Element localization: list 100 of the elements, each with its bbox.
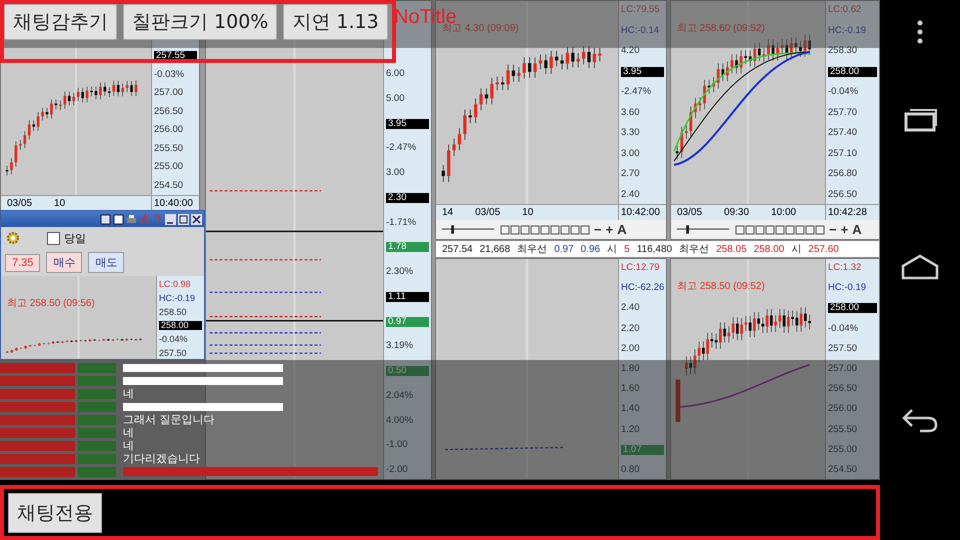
axis-label: 256.50 [154, 106, 184, 117]
quote-value: 0.97 [554, 244, 574, 254]
quote-value: 최우선 [679, 243, 710, 256]
axis-label: 257.50 [159, 348, 187, 358]
quote-value: 0.96 [580, 244, 600, 254]
axis-label: 255.50 [154, 144, 184, 154]
axis-label: 257.00 [828, 364, 858, 374]
high-price-label: 최고 4.30 (09:09) [442, 23, 519, 35]
quote-value: 258.05 [716, 244, 747, 254]
axis-label: -1.00 [386, 440, 408, 450]
quote-value: 257.60 [808, 244, 839, 254]
axis-label: 257.50 [828, 344, 858, 354]
order-button[interactable]: 매도 [88, 252, 124, 273]
quote-value: 최우선 [517, 243, 548, 256]
axis-label: 258.00 [159, 321, 202, 330]
axis-label: 3.30 [621, 128, 640, 138]
axis-label: 1.60 [621, 384, 640, 394]
axis-label: 255.00 [828, 444, 858, 455]
axis-label: 3.95 [386, 118, 429, 128]
order-button[interactable]: 매수 [46, 252, 82, 273]
quote-value: 257.54 [442, 244, 473, 254]
axis-label: 2.40 [621, 303, 640, 314]
chat-message: 네 [123, 425, 134, 440]
quote-value: 116,480 [636, 244, 672, 254]
axis-label: 257.40 [828, 128, 858, 138]
axis-label: -0.03% [154, 70, 184, 80]
toolbar-button[interactable]: 지연 1.13 [283, 4, 388, 40]
axis-label: -2.00 [386, 465, 408, 475]
axis-label: HC:-62.26 [621, 283, 664, 294]
axis-label: 3.60 [621, 108, 640, 118]
toolbar-button[interactable]: + [840, 222, 848, 237]
axis-label: LC:0.98 [159, 280, 191, 289]
axis-label: 1.20 [621, 424, 640, 434]
chat-message: 그래서 질문입니다 [123, 412, 214, 427]
time-label: 03/05 [677, 207, 702, 218]
axis-label: HC:-0.19 [159, 294, 196, 303]
axis-label: 256.00 [154, 125, 184, 136]
axis-label: 0.50 [386, 366, 429, 376]
chat-message: 네 [123, 438, 134, 453]
axis-label: 257.10 [828, 148, 858, 159]
time-label: 10 [522, 207, 534, 218]
axis-label: 258.30 [828, 46, 858, 56]
axis-label: LC:12.79 [621, 263, 660, 273]
toolbar-button[interactable]: + [606, 222, 614, 237]
axis-label: 255.00 [154, 162, 184, 172]
axis-label: 2.30% [386, 267, 413, 277]
axis-label: 4.00% [386, 416, 413, 426]
chat-only-button[interactable]: 채팅전용 [8, 492, 102, 532]
axis-label: 0.80 [621, 464, 640, 475]
axis-label: -0.04% [828, 324, 858, 334]
axis-label: 3.00 [386, 168, 404, 178]
high-price-label: 최고 258.50 (09:56) [7, 297, 95, 310]
axis-label: 1.07 [621, 444, 664, 455]
axis-label: 5.00 [386, 94, 404, 104]
axis-label: 254.50 [154, 180, 184, 191]
time-label: 03/05 [7, 198, 32, 209]
axis-label: 6.00 [386, 69, 404, 79]
high-price-label: 최고 258.60 (09:52) [677, 22, 765, 35]
axis-label: 255.50 [828, 424, 858, 434]
axis-label: 2.40 [621, 190, 640, 200]
axis-label: 2.20 [621, 324, 640, 334]
toolbar-button[interactable]: A [617, 222, 627, 237]
quote-value: 258.00 [754, 244, 784, 254]
time-label: 10 [54, 198, 66, 209]
axis-label: -1.71% [386, 218, 416, 228]
axis-label: 256.80 [828, 169, 858, 180]
axis-label: -0.04% [159, 335, 188, 344]
axis-label: 1.40 [621, 404, 640, 414]
axis-label: HC:-0.19 [828, 283, 866, 294]
axis-label: 3.95 [621, 66, 664, 77]
axis-label: 2.04% [386, 390, 413, 401]
order-button[interactable]: 7.35 [5, 254, 40, 272]
axis-label: -0.04% [828, 87, 858, 98]
toolbar-button[interactable]: A [852, 222, 862, 237]
time-label: 09:30 [724, 207, 750, 218]
quote-value: 21,668 [480, 244, 510, 254]
axis-label: 2.70 [621, 169, 640, 180]
axis-label: 1.80 [621, 364, 640, 374]
axis-label: 258.50 [159, 308, 187, 317]
chat-message: 네 [123, 386, 134, 401]
chat-message: 기다리겠습니다 [123, 451, 200, 466]
axis-label: 254.50 [828, 464, 858, 475]
axis-label: 258.00 [828, 66, 877, 77]
axis-label: 256.50 [828, 384, 858, 394]
axis-label: 257.00 [154, 88, 184, 98]
time-label: 10:42:28 [825, 204, 879, 220]
high-price-label: 최고 258.50 (09:52) [677, 280, 765, 293]
toolbar-button[interactable]: − [594, 222, 602, 237]
toolbar-button[interactable]: 칠판크기 100% [123, 4, 278, 40]
axis-label: 1.78 [386, 242, 429, 252]
axis-label: 2.00 [621, 344, 640, 354]
axis-label: 0.97 [386, 316, 429, 326]
axis-label: 256.00 [828, 404, 858, 414]
time-label: 10:42:00 [618, 204, 666, 220]
axis-label: 4.20 [621, 46, 640, 56]
toolbar-button[interactable]: 채팅감추기 [4, 4, 117, 40]
axis-label: LC:79.55 [621, 5, 660, 15]
toolbar-button[interactable]: − [829, 222, 837, 237]
same-day-checkbox[interactable]: 당일 [47, 230, 86, 246]
axis-label: 257.70 [828, 108, 858, 118]
